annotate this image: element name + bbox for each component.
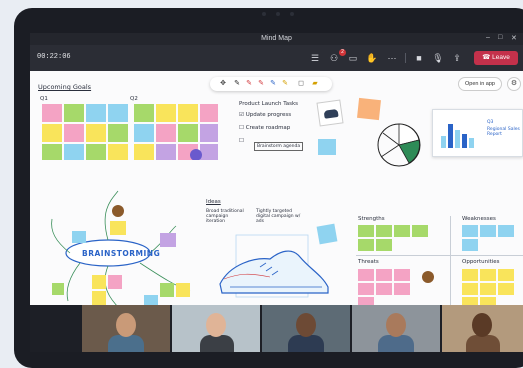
- sticky-note[interactable]: [318, 139, 336, 155]
- threats-heading: Threats: [358, 259, 379, 265]
- raise-hand-icon[interactable]: ✋: [365, 51, 379, 65]
- close-icon[interactable]: ✕: [511, 34, 517, 42]
- pen-black-icon[interactable]: ✎: [234, 79, 240, 89]
- q1-notes: [42, 104, 128, 160]
- more-actions-icon[interactable]: ⋯: [385, 51, 399, 65]
- highlighter-icon[interactable]: ✎: [282, 79, 288, 89]
- weaknesses-notes: [462, 225, 514, 251]
- report-title: Regional Sales Report: [487, 127, 520, 137]
- participant-body: [200, 335, 234, 352]
- strengths-heading: Strengths: [358, 216, 385, 222]
- idea-2: Tightly targeted digital campaign w/ ads: [256, 209, 301, 224]
- toolbar-divider: [405, 53, 406, 63]
- opportunities-heading: Opportunities: [462, 259, 500, 265]
- task-1-label: Update progress: [245, 112, 292, 118]
- shoes-photo[interactable]: [316, 99, 344, 127]
- ideas-heading: Ideas: [206, 199, 221, 205]
- task-item-1[interactable]: ☑ Update progress: [239, 112, 291, 118]
- menu-list-icon[interactable]: ☰: [308, 51, 322, 65]
- pen-red-icon[interactable]: ✎: [246, 79, 252, 89]
- sticky-note-icon[interactable]: ▰: [312, 79, 318, 89]
- participant-video-tile[interactable]: [352, 305, 440, 352]
- meeting-controls-bar: 00:22:06 ☰ ⚇ 2 ▭ ✋ ⋯ ■ 🎙 ⇪ ☎ Leave: [30, 45, 523, 71]
- camera-dot: [276, 12, 280, 16]
- participant-video-tile[interactable]: [442, 305, 523, 352]
- participant-face: [116, 313, 136, 337]
- participant-face: [206, 313, 226, 337]
- tablet-device: Mind Map – □ ✕ 00:22:06 ☰ ⚇ 2 ▭ ✋ ⋯ ■ 🎙 …: [0, 0, 523, 368]
- open-in-app-button[interactable]: Open in app: [458, 77, 502, 91]
- whiteboard-toolbar: ✥ ✎ ✎ ✎ ✎ ✎ ◻ ▰: [210, 77, 332, 91]
- camera-dot: [262, 12, 266, 16]
- brainstorming-title: BRAINSTORMING: [82, 249, 161, 258]
- gear-icon[interactable]: ⚙: [507, 77, 521, 91]
- shoe-icon: [323, 108, 339, 119]
- window-title-bar: Mind Map – □ ✕: [30, 33, 523, 45]
- report-subtitle: Q3: [487, 120, 494, 125]
- participant-video-tile[interactable]: [82, 305, 170, 352]
- pie-chart-drawing: [377, 123, 421, 167]
- window-title: Mind Map: [261, 35, 292, 42]
- camera-icon[interactable]: ■: [412, 51, 426, 65]
- sneaker-sketch: [219, 234, 329, 298]
- participant-video-tile[interactable]: [262, 305, 350, 352]
- weaknesses-heading: Weaknesses: [462, 216, 496, 222]
- participant-face: [472, 313, 492, 337]
- participants-count-badge: 2: [339, 49, 346, 56]
- swot-divider: [356, 255, 523, 256]
- mind-map-drawing: [51, 190, 191, 310]
- goals-sticky-grid: [42, 104, 218, 160]
- maximize-icon[interactable]: □: [498, 34, 502, 41]
- product-launch-tasks-heading: Product Launch Tasks: [239, 101, 299, 107]
- sticky-note[interactable]: [316, 223, 338, 245]
- pen-blue-icon[interactable]: ✎: [270, 79, 276, 89]
- select-tool-icon[interactable]: ✥: [220, 79, 226, 89]
- task-3-label: Brainstorm agenda: [254, 142, 304, 151]
- camera-dot: [290, 12, 294, 16]
- eraser-icon[interactable]: ◻: [298, 79, 304, 89]
- participant-body: [108, 335, 144, 352]
- sales-report-card[interactable]: Q3 Regional Sales Report: [432, 109, 523, 157]
- meeting-timer: 00:22:06: [37, 53, 71, 61]
- leave-label: Leave: [492, 54, 510, 61]
- participant-body: [378, 335, 414, 352]
- share-screen-icon[interactable]: ⇪: [450, 51, 464, 65]
- leave-button[interactable]: ☎ Leave: [474, 51, 518, 65]
- participant-body: [288, 335, 324, 352]
- minimize-icon[interactable]: –: [486, 34, 490, 41]
- sticky-note[interactable]: [357, 97, 381, 121]
- task-item-3[interactable]: ☐: [239, 138, 244, 144]
- upcoming-goals-heading: Upcoming Goals: [38, 83, 92, 91]
- participant-video-strip: [30, 305, 523, 352]
- participant-body: [466, 335, 500, 352]
- task-2-label: Create roadmap: [245, 125, 291, 131]
- teams-meeting-window: Mind Map – □ ✕ 00:22:06 ☰ ⚇ 2 ▭ ✋ ⋯ ■ 🎙 …: [30, 33, 523, 352]
- microphone-icon[interactable]: 🎙: [431, 51, 445, 65]
- chat-icon[interactable]: ▭: [346, 51, 360, 65]
- participant-video-tile[interactable]: [172, 305, 260, 352]
- idea-1: Broad traditional campaign iteration: [206, 209, 244, 224]
- pen-red-icon[interactable]: ✎: [258, 79, 264, 89]
- bar-chart-thumbnail: [441, 124, 474, 148]
- q2-notes: [134, 104, 218, 160]
- strengths-notes: [358, 225, 428, 251]
- task-item-2[interactable]: ☐ Create roadmap: [239, 125, 290, 131]
- participant-face: [296, 313, 316, 337]
- participant-face: [386, 313, 406, 337]
